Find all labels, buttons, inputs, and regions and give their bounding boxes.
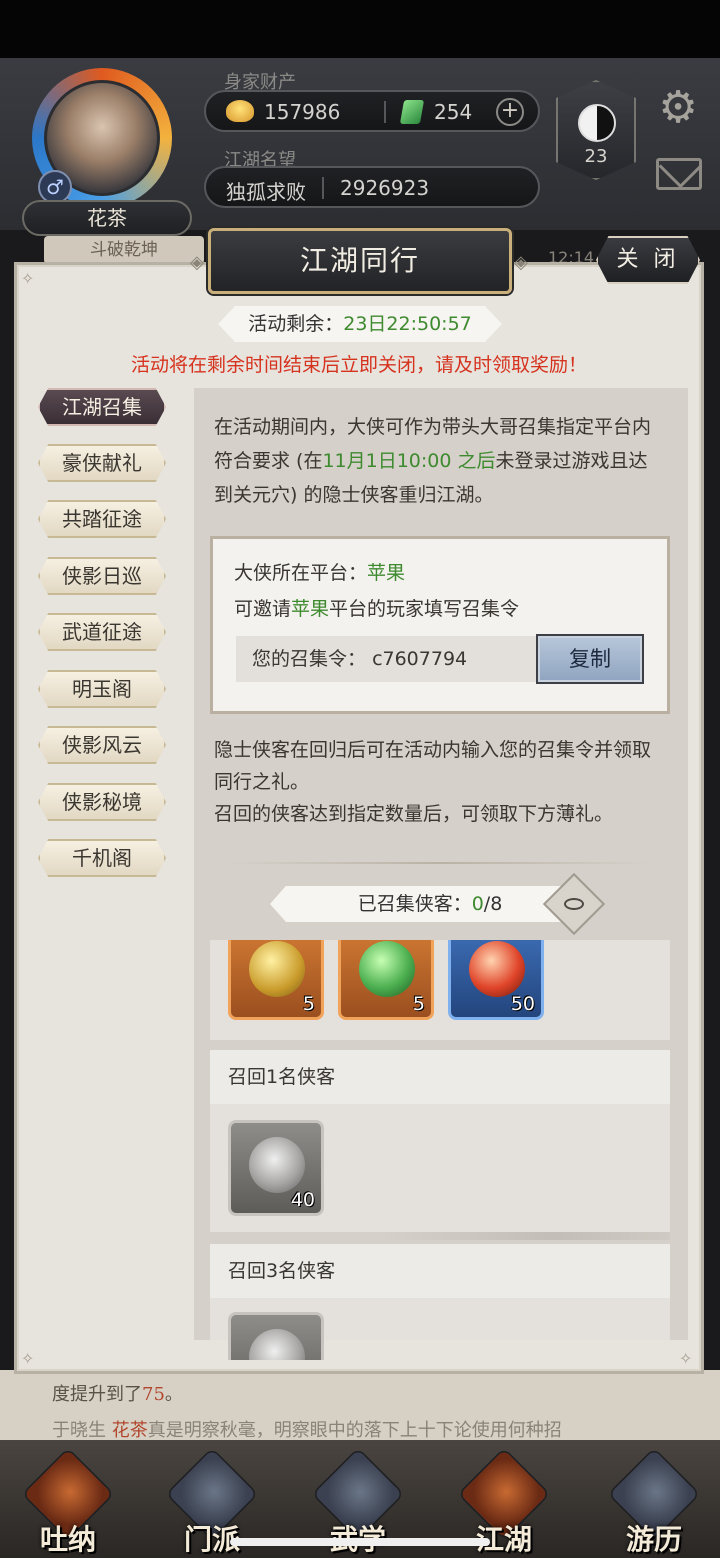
reward-row-title: 召回1名侠客 <box>210 1050 670 1104</box>
nav-tuna[interactable]: 吐纳 <box>18 1440 118 1558</box>
player-name: 花茶 <box>22 200 192 236</box>
tab-journey-together[interactable]: 共踏征途 <box>38 500 166 538</box>
reward-row-title: 召回3名侠客 <box>210 1244 670 1298</box>
summon-code-field: 您的召集令： c7607794 <box>236 636 536 682</box>
add-currency-button[interactable]: + <box>496 98 524 126</box>
tab-daily-patrol[interactable]: 侠影日巡 <box>38 557 166 595</box>
tab-hero-gift[interactable]: 豪侠献礼 <box>38 444 166 482</box>
taiji-level-badge[interactable]: 23 <box>556 80 636 180</box>
reward-item[interactable]: 40 <box>228 1120 324 1216</box>
close-button[interactable]: 关 闭 <box>596 236 700 284</box>
copy-button[interactable]: 复制 <box>536 634 644 684</box>
modal-title: 江湖同行 <box>299 244 420 277</box>
divider <box>384 101 386 123</box>
nav-travel[interactable]: 游历 <box>604 1440 704 1558</box>
tab-hero-wind[interactable]: 侠影风云 <box>38 726 166 764</box>
divider <box>322 177 324 199</box>
warning-text: 活动将在剩余时间结束后立即关闭，请及时领取奖励！ <box>130 354 587 376</box>
title-ornament: ◈ <box>190 252 204 273</box>
male-icon: ♂ <box>38 170 72 204</box>
status-bar <box>0 0 720 58</box>
reward-item[interactable] <box>228 1312 324 1360</box>
activity-timer: 活动剩余：23日22:50:57 <box>218 306 502 342</box>
modal-title-plate: 江湖同行 <box>208 228 512 294</box>
divider-ornament <box>230 862 650 864</box>
gear-icon[interactable]: ⚙ <box>654 84 702 132</box>
corner-ornament: ✧ <box>21 1349 35 1368</box>
title-ornament: ◈ <box>514 252 528 273</box>
eye-icon <box>564 898 584 910</box>
silver-coin-icon <box>249 1329 305 1360</box>
gold-ingot-icon <box>226 100 254 122</box>
reward-item-clip <box>228 1312 324 1360</box>
jade-icon <box>399 100 425 124</box>
red-orb-icon <box>469 941 525 997</box>
tab-martial-journey[interactable]: 武道征途 <box>38 613 166 651</box>
coin-amount: 157986 <box>264 100 341 124</box>
green-pearl-icon <box>359 941 415 997</box>
platform-line: 大侠所在平台：苹果 <box>234 562 406 584</box>
corner-ornament: ✧ <box>21 269 35 288</box>
fame-title: 独孤求败 <box>226 180 306 204</box>
tab-secret-realm[interactable]: 侠影秘境 <box>38 783 166 821</box>
fame-bar: 独孤求败 2926923 <box>204 166 540 208</box>
gold-orb-icon <box>249 941 305 997</box>
taiji-icon <box>578 104 616 142</box>
background-banner: 斗破乾坤 <box>44 236 204 264</box>
log-line: 于晓生 花茶真是明察秋毫，明察眼中的落下上十下论使用何种招 <box>52 1420 562 1438</box>
taiji-level: 23 <box>584 146 608 167</box>
activity-description: 在活动期间内，大侠可作为带头大哥召集指定平台内符合要求 (在11月1日10:00… <box>214 416 652 506</box>
invite-line: 可邀请苹果平台的玩家填写召集令 <box>234 598 520 620</box>
reward-description: 隐士侠客在回归后可在活动内输入您的召集令并领取同行之礼。 召回的侠客达到指定数量… <box>214 739 652 825</box>
home-indicator[interactable] <box>230 1538 490 1546</box>
fame-value: 2926923 <box>340 176 430 200</box>
log-line: 度提升到了75。 <box>52 1384 183 1405</box>
jade-amount: 254 <box>434 100 473 124</box>
corner-ornament: ✧ <box>679 1349 693 1368</box>
mail-icon[interactable] <box>656 158 702 190</box>
tab-qianji-pavilion[interactable]: 千机阁 <box>38 839 166 877</box>
summon-code: c7607794 <box>372 648 468 670</box>
tab-jianghu-summon[interactable]: 江湖召集 <box>38 388 166 426</box>
wealth-bar: 157986 254 + <box>204 90 540 132</box>
silver-coin-icon <box>249 1137 305 1193</box>
tab-mingyu-pavilion[interactable]: 明玉阁 <box>38 670 166 708</box>
